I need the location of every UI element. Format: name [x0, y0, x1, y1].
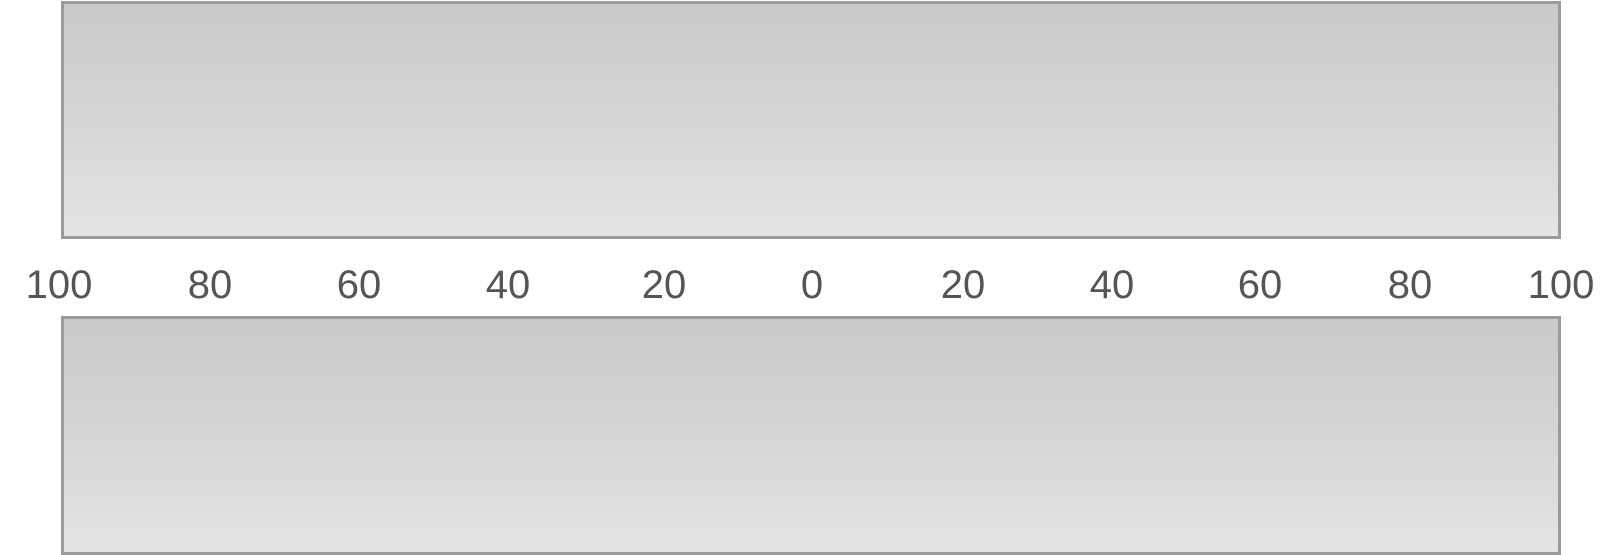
bidirectional-scale: 100 80 60 40 20 0 20 40 60 80 100 [0, 260, 1620, 310]
bottom-panel [61, 316, 1561, 555]
scale-tick-label: 60 [1237, 263, 1283, 307]
scale-tick-label: 60 [336, 263, 382, 307]
top-panel [61, 1, 1561, 239]
scale-tick-label: 20 [940, 263, 986, 307]
scale-tick-label: 40 [485, 263, 531, 307]
scale-tick-label: 0 [800, 263, 824, 307]
scale-tick-label: 20 [641, 263, 687, 307]
scale-tick-label: 100 [1527, 263, 1595, 307]
scale-tick-label: 40 [1089, 263, 1135, 307]
scale-tick-label: 80 [1387, 263, 1433, 307]
scale-tick-label: 80 [187, 263, 233, 307]
scale-tick-label: 100 [25, 263, 93, 307]
